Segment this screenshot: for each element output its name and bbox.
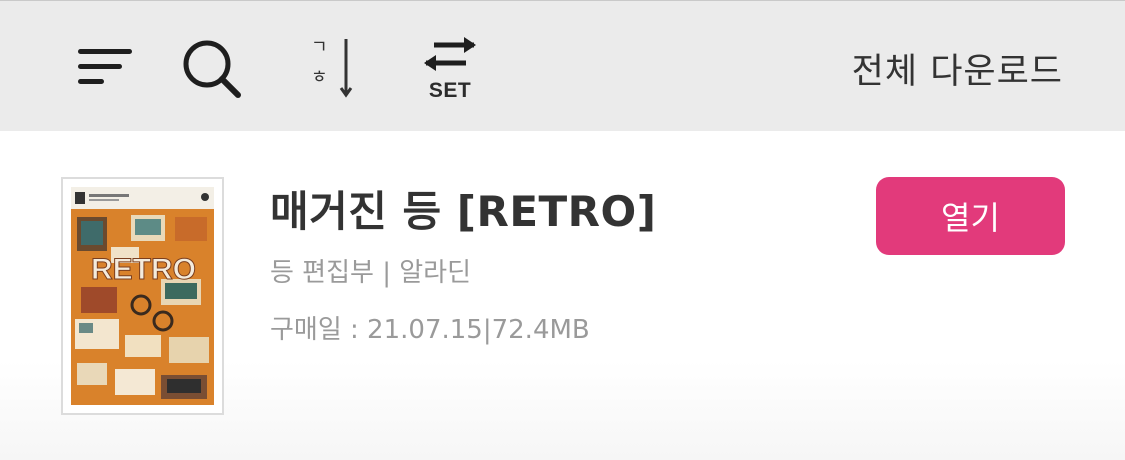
set-swap-button[interactable]: SET xyxy=(420,35,480,103)
purchase-info: 구매일 : 21.07.15|72.4MB xyxy=(270,315,590,345)
menu-lines-icon[interactable] xyxy=(74,45,136,89)
download-all-button[interactable]: 전체 다운로드 xyxy=(852,43,1063,94)
cover-title-text: RETRO xyxy=(91,253,196,286)
set-label: SET xyxy=(428,79,472,102)
swap-arrows-icon xyxy=(424,37,476,71)
book-title[interactable]: 매거진 등 [RETRO] xyxy=(270,178,656,239)
open-button[interactable]: 열기 xyxy=(876,177,1065,255)
cover-art: RETRO xyxy=(71,187,214,405)
author-publisher: 등 편집부 | 알라딘 xyxy=(270,258,471,288)
search-icon[interactable] xyxy=(180,37,244,101)
toolbar: ㄱ ㅎ SET 전체 다운로드 xyxy=(0,0,1125,131)
sort-korean-order-icon[interactable]: ㄱ ㅎ xyxy=(305,35,357,101)
book-cover-image[interactable]: RETRO xyxy=(61,177,224,415)
